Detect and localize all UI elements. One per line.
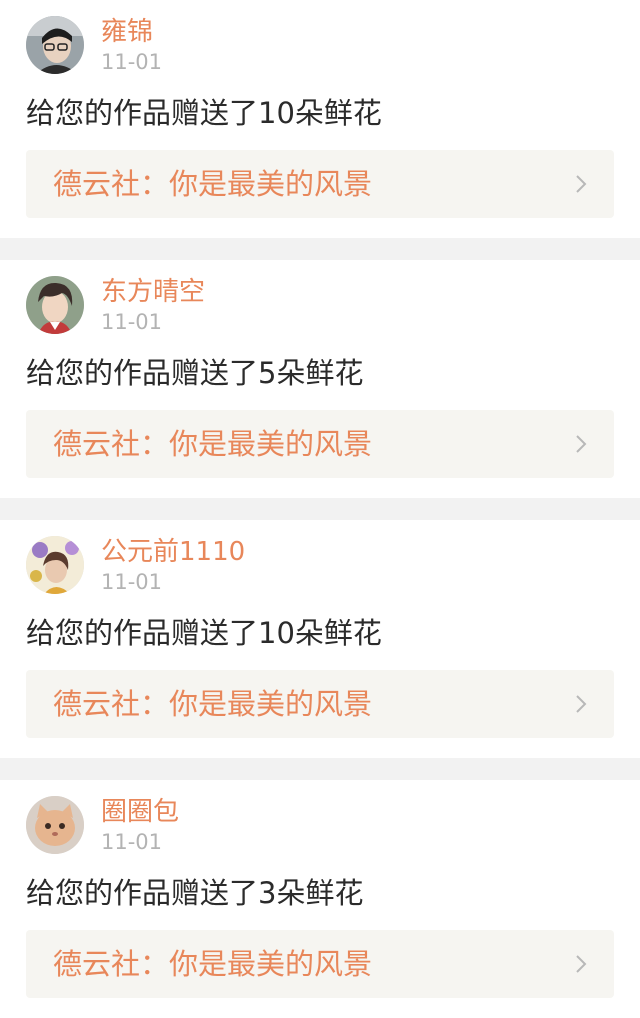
chevron-right-icon bbox=[576, 955, 587, 973]
notification-feed: 雍锦 11-01 给您的作品赠送了10朵鲜花 德云社：你是最美的风景 东方晴空 … bbox=[0, 0, 640, 1018]
notification-card: 东方晴空 11-01 给您的作品赠送了5朵鲜花 德云社：你是最美的风景 bbox=[0, 260, 640, 498]
notification-card: 公元前1110 11-01 给您的作品赠送了10朵鲜花 德云社：你是最美的风景 bbox=[0, 520, 640, 758]
card-divider bbox=[0, 498, 640, 520]
notification-card: 雍锦 11-01 给您的作品赠送了10朵鲜花 德云社：你是最美的风景 bbox=[0, 0, 640, 238]
gift-message: 给您的作品赠送了10朵鲜花 bbox=[26, 96, 382, 130]
work-link[interactable]: 德云社：你是最美的风景 bbox=[26, 670, 614, 738]
gift-message: 给您的作品赠送了10朵鲜花 bbox=[26, 616, 382, 650]
username[interactable]: 圈圈包 bbox=[101, 796, 179, 828]
chevron-right-icon bbox=[576, 175, 587, 193]
chevron-right-icon bbox=[576, 435, 587, 453]
avatar-kitten-icon[interactable] bbox=[26, 796, 84, 854]
work-title: 德云社：你是最美的风景 bbox=[53, 427, 373, 461]
avatar-anime-boy-icon[interactable] bbox=[26, 276, 84, 334]
username[interactable]: 雍锦 bbox=[101, 16, 153, 48]
timestamp: 11-01 bbox=[101, 50, 163, 74]
username[interactable]: 公元前1110 bbox=[101, 536, 245, 568]
notification-card: 圈圈包 11-01 给您的作品赠送了3朵鲜花 德云社：你是最美的风景 bbox=[0, 780, 640, 1018]
work-title: 德云社：你是最美的风景 bbox=[53, 947, 373, 981]
gift-message: 给您的作品赠送了3朵鲜花 bbox=[26, 876, 364, 910]
card-divider bbox=[0, 238, 640, 260]
timestamp: 11-01 bbox=[101, 830, 163, 854]
timestamp: 11-01 bbox=[101, 310, 163, 334]
card-divider bbox=[0, 758, 640, 780]
gift-message: 给您的作品赠送了5朵鲜花 bbox=[26, 356, 364, 390]
work-link[interactable]: 德云社：你是最美的风景 bbox=[26, 150, 614, 218]
work-link[interactable]: 德云社：你是最美的风景 bbox=[26, 410, 614, 478]
chevron-right-icon bbox=[576, 695, 587, 713]
timestamp: 11-01 bbox=[101, 570, 163, 594]
work-title: 德云社：你是最美的风景 bbox=[53, 167, 373, 201]
avatar-illustration-flowers-icon[interactable] bbox=[26, 536, 84, 594]
work-link[interactable]: 德云社：你是最美的风景 bbox=[26, 930, 614, 998]
avatar-man-glasses-icon[interactable] bbox=[26, 16, 84, 74]
work-title: 德云社：你是最美的风景 bbox=[53, 687, 373, 721]
username[interactable]: 东方晴空 bbox=[101, 276, 205, 308]
